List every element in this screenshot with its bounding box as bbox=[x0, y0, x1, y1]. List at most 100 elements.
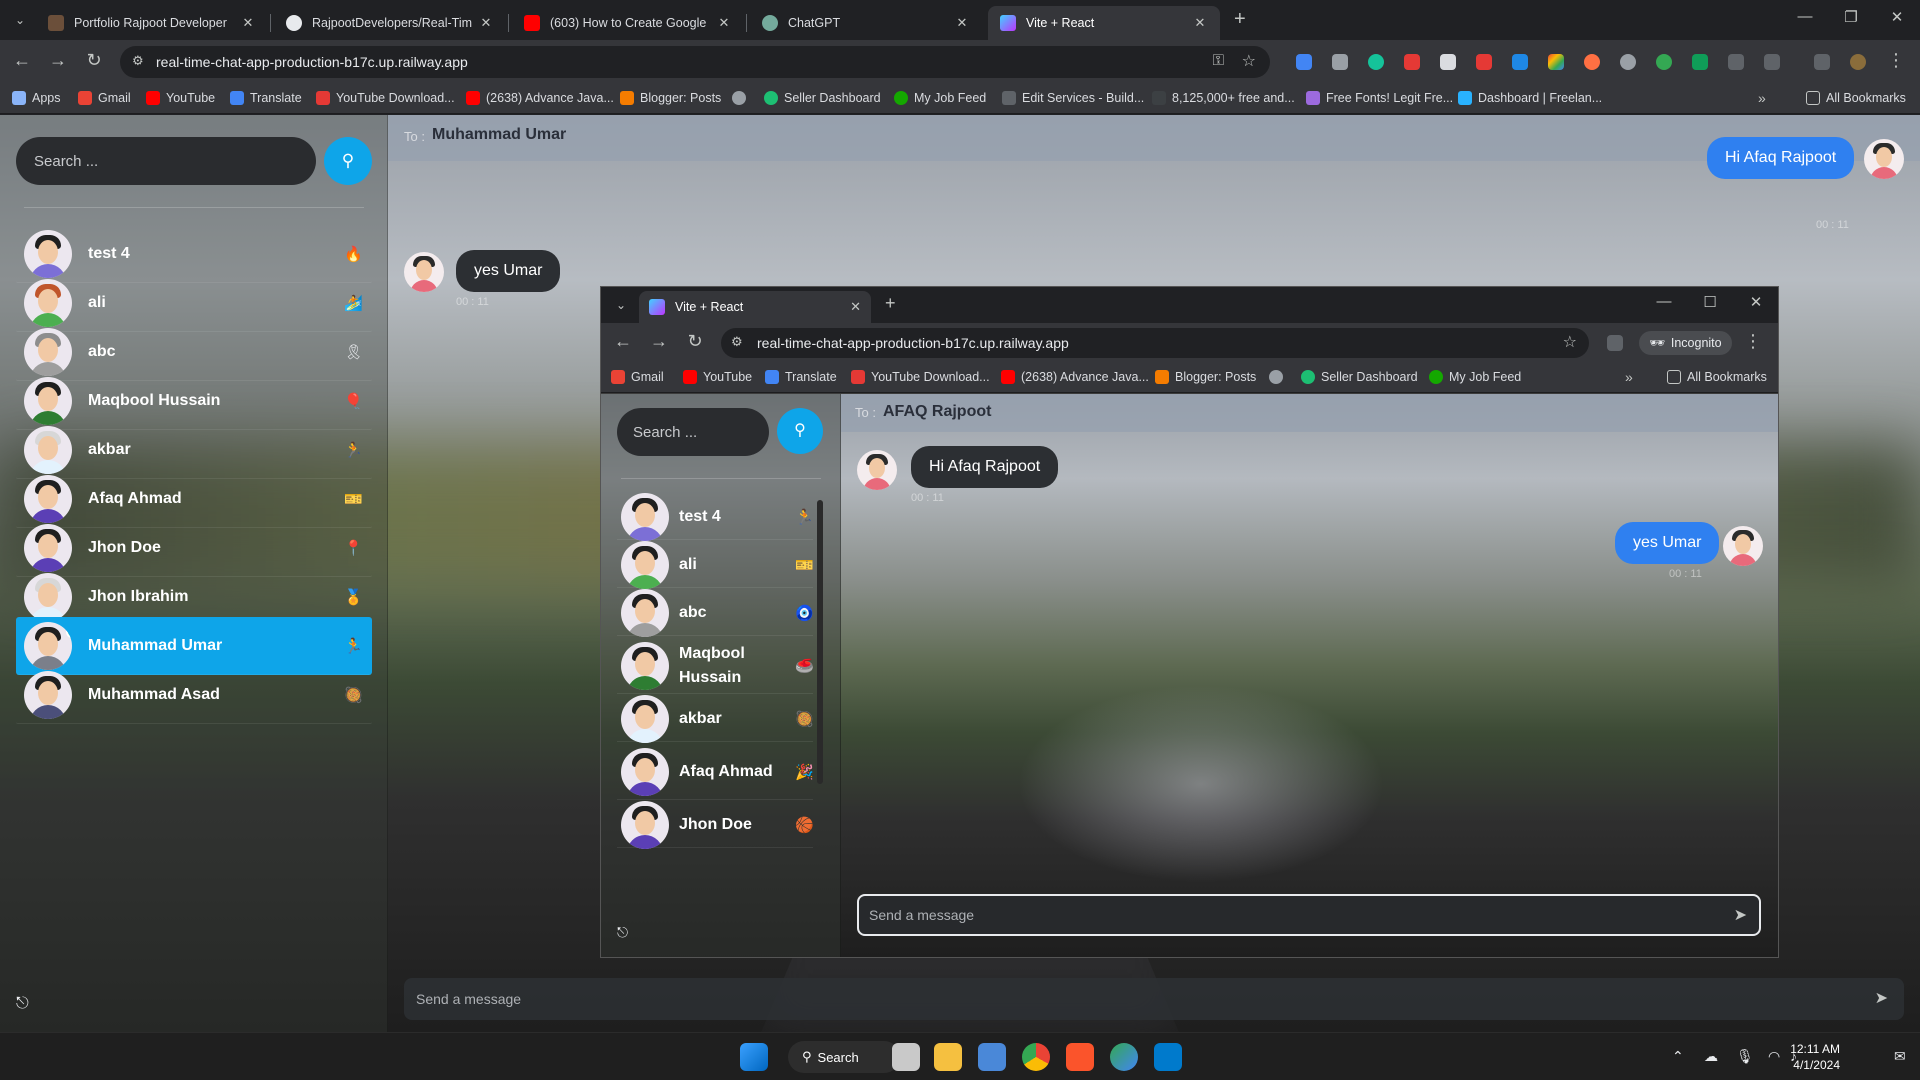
bookmark-my-job-feed[interactable]: My Job Feed bbox=[894, 91, 986, 105]
bookmark-youtube-download[interactable]: YouTube Download... bbox=[316, 91, 455, 105]
extension-icon[interactable] bbox=[1620, 54, 1636, 70]
extension-icon[interactable] bbox=[1440, 54, 1456, 70]
task-view-icon[interactable] bbox=[892, 1043, 920, 1071]
bookmark-star-icon[interactable]: ☆ bbox=[1242, 51, 1256, 71]
logout-icon[interactable]: ⎋ bbox=[617, 924, 628, 941]
contact-item[interactable]: Muhammad Asad 🥘 bbox=[16, 666, 372, 724]
bookmark-advance-java[interactable]: (2638) Advance Java... bbox=[1001, 370, 1149, 384]
more-bookmarks-chevron-icon[interactable]: » bbox=[1758, 90, 1766, 106]
bookmark-edit-services[interactable]: Edit Services - Build... bbox=[1002, 91, 1144, 105]
address-bar[interactable]: ⚙ real-time-chat-app-production-b17c.up.… bbox=[721, 328, 1589, 358]
reload-icon[interactable]: ↻ bbox=[82, 50, 106, 71]
chevron-up-icon[interactable]: ⌃ bbox=[1672, 1048, 1684, 1065]
bookmark-translate[interactable]: Translate bbox=[230, 91, 302, 105]
close-icon[interactable]: ✕ bbox=[240, 15, 256, 31]
bookmark-youtube[interactable]: YouTube bbox=[683, 370, 752, 384]
brave-icon[interactable] bbox=[1066, 1043, 1094, 1071]
new-tab-plus-icon[interactable]: + bbox=[885, 293, 896, 314]
extension-icon[interactable] bbox=[1404, 54, 1420, 70]
scrollbar[interactable] bbox=[817, 500, 823, 784]
send-icon[interactable]: ➤ bbox=[1734, 905, 1747, 925]
contact-item[interactable]: Afaq Ahmad 🎉 bbox=[617, 744, 814, 800]
forward-arrow-icon[interactable]: → bbox=[647, 331, 671, 352]
bookmark-free-assets[interactable]: 8,125,000+ free and... bbox=[1152, 91, 1295, 105]
close-icon[interactable]: ✕ bbox=[716, 15, 732, 31]
message-input[interactable] bbox=[404, 978, 1904, 1020]
minimize-icon[interactable]: — bbox=[1782, 8, 1828, 25]
contact-item[interactable]: akbar 🥘 bbox=[617, 694, 814, 743]
bookmark-free-fonts[interactable]: Free Fonts! Legit Fre... bbox=[1306, 91, 1453, 105]
browser-tab[interactable]: (603) How to Create Google Dr ✕ bbox=[512, 6, 744, 40]
maximize-icon[interactable]: ☐ bbox=[1687, 293, 1733, 311]
extension-icon[interactable] bbox=[1692, 54, 1708, 70]
logout-icon[interactable]: ⎋ bbox=[16, 995, 29, 1013]
search-button[interactable]: ⚲ bbox=[777, 408, 823, 454]
back-arrow-icon[interactable]: ← bbox=[10, 50, 34, 71]
vscode-icon[interactable] bbox=[1154, 1043, 1182, 1071]
color-picker-icon[interactable] bbox=[1548, 54, 1564, 70]
bookmark-seller-dashboard[interactable]: Seller Dashboard bbox=[764, 91, 881, 105]
bookmark-globe[interactable] bbox=[732, 91, 752, 105]
extension-icon[interactable] bbox=[1656, 54, 1672, 70]
new-tab-plus-icon[interactable]: + bbox=[1234, 8, 1246, 31]
bookmark-gmail[interactable]: Gmail bbox=[611, 370, 664, 384]
chrome-canary-icon[interactable] bbox=[1110, 1043, 1138, 1071]
extension-icon[interactable] bbox=[1512, 54, 1528, 70]
send-icon[interactable]: ➤ bbox=[1875, 988, 1888, 1008]
extension-icon[interactable] bbox=[1296, 54, 1312, 70]
tab-search-chevron-icon[interactable]: ⌄ bbox=[609, 293, 633, 317]
menu-kebab-icon[interactable]: ⋮ bbox=[1884, 50, 1908, 71]
cloud-icon[interactable]: ☁ bbox=[1704, 1048, 1718, 1065]
tab-search-chevron-icon[interactable]: ⌄ bbox=[8, 8, 32, 32]
browser-tab-active[interactable]: Vite + React ✕ bbox=[988, 6, 1220, 40]
bookmark-blogger[interactable]: Blogger: Posts bbox=[1155, 370, 1256, 384]
address-bar[interactable]: ⚙ real-time-chat-app-production-b17c.up.… bbox=[120, 46, 1270, 78]
bookmark-gmail[interactable]: Gmail bbox=[78, 91, 131, 105]
back-arrow-icon[interactable]: ← bbox=[611, 331, 635, 352]
close-icon[interactable]: ✕ bbox=[850, 299, 861, 315]
side-panel-icon[interactable] bbox=[1607, 335, 1623, 351]
bookmark-apps[interactable]: Apps bbox=[12, 91, 61, 105]
bookmark-seller-dashboard[interactable]: Seller Dashboard bbox=[1301, 370, 1418, 384]
extensions-puzzle-icon[interactable] bbox=[1764, 54, 1780, 70]
extension-icon[interactable] bbox=[1476, 54, 1492, 70]
incognito-badge[interactable]: 🕶 Incognito bbox=[1639, 331, 1732, 355]
side-panel-icon[interactable] bbox=[1814, 54, 1830, 70]
contact-item[interactable]: Jhon Doe 🏀 bbox=[617, 800, 814, 849]
all-bookmarks-folder[interactable]: All Bookmarks bbox=[1667, 370, 1767, 384]
profile-avatar[interactable] bbox=[1850, 54, 1866, 70]
url-text[interactable]: real-time-chat-app-production-b17c.up.ra… bbox=[757, 335, 1069, 351]
forward-arrow-icon[interactable]: → bbox=[46, 50, 70, 71]
contact-item[interactable]: abc 🧿 bbox=[617, 588, 814, 637]
bookmark-translate[interactable]: Translate bbox=[765, 370, 837, 384]
notification-icon[interactable]: ✉ bbox=[1894, 1048, 1906, 1065]
close-icon[interactable]: ✕ bbox=[1192, 15, 1208, 31]
bookmark-youtube[interactable]: YouTube bbox=[146, 91, 215, 105]
search-input[interactable] bbox=[16, 137, 316, 185]
reload-icon[interactable]: ↻ bbox=[683, 331, 707, 352]
taskbar-search[interactable]: ⚲ Search bbox=[788, 1041, 900, 1073]
bookmark-globe[interactable] bbox=[1269, 370, 1289, 384]
password-key-icon[interactable]: ⚿ bbox=[1213, 52, 1224, 69]
search-button[interactable]: ⚲ bbox=[324, 137, 372, 185]
bookmark-youtube-download[interactable]: YouTube Download... bbox=[851, 370, 990, 384]
microsoft-store-icon[interactable] bbox=[978, 1043, 1006, 1071]
close-window-icon[interactable]: ✕ bbox=[1874, 8, 1920, 26]
bookmark-my-job-feed[interactable]: My Job Feed bbox=[1429, 370, 1521, 384]
microphone-icon[interactable]: 🎙 bbox=[1736, 1048, 1754, 1065]
bookmark-freelancer-dashboard[interactable]: Dashboard | Freelan... bbox=[1458, 91, 1602, 105]
bookmark-blogger[interactable]: Blogger: Posts bbox=[620, 91, 721, 105]
browser-tab[interactable]: Portfolio Rajpoot Developer ✕ bbox=[36, 6, 268, 40]
mail-icon[interactable] bbox=[1728, 54, 1744, 70]
minimize-icon[interactable]: — bbox=[1641, 293, 1687, 310]
more-bookmarks-chevron-icon[interactable]: » bbox=[1625, 369, 1633, 385]
all-bookmarks-folder[interactable]: All Bookmarks bbox=[1806, 91, 1906, 105]
close-window-icon[interactable]: ✕ bbox=[1733, 293, 1778, 311]
search-input[interactable] bbox=[617, 408, 769, 456]
contact-item[interactable]: Maqbool Hussain 🥌 bbox=[617, 638, 814, 694]
browser-tab[interactable]: RajpootDevelopers/Real-Time- ✕ bbox=[274, 6, 506, 40]
chrome-icon[interactable] bbox=[1022, 1043, 1050, 1071]
site-info-icon[interactable]: ⚙ bbox=[731, 334, 743, 350]
bookmark-star-icon[interactable]: ☆ bbox=[1563, 332, 1577, 352]
message-input[interactable] bbox=[859, 896, 1759, 934]
